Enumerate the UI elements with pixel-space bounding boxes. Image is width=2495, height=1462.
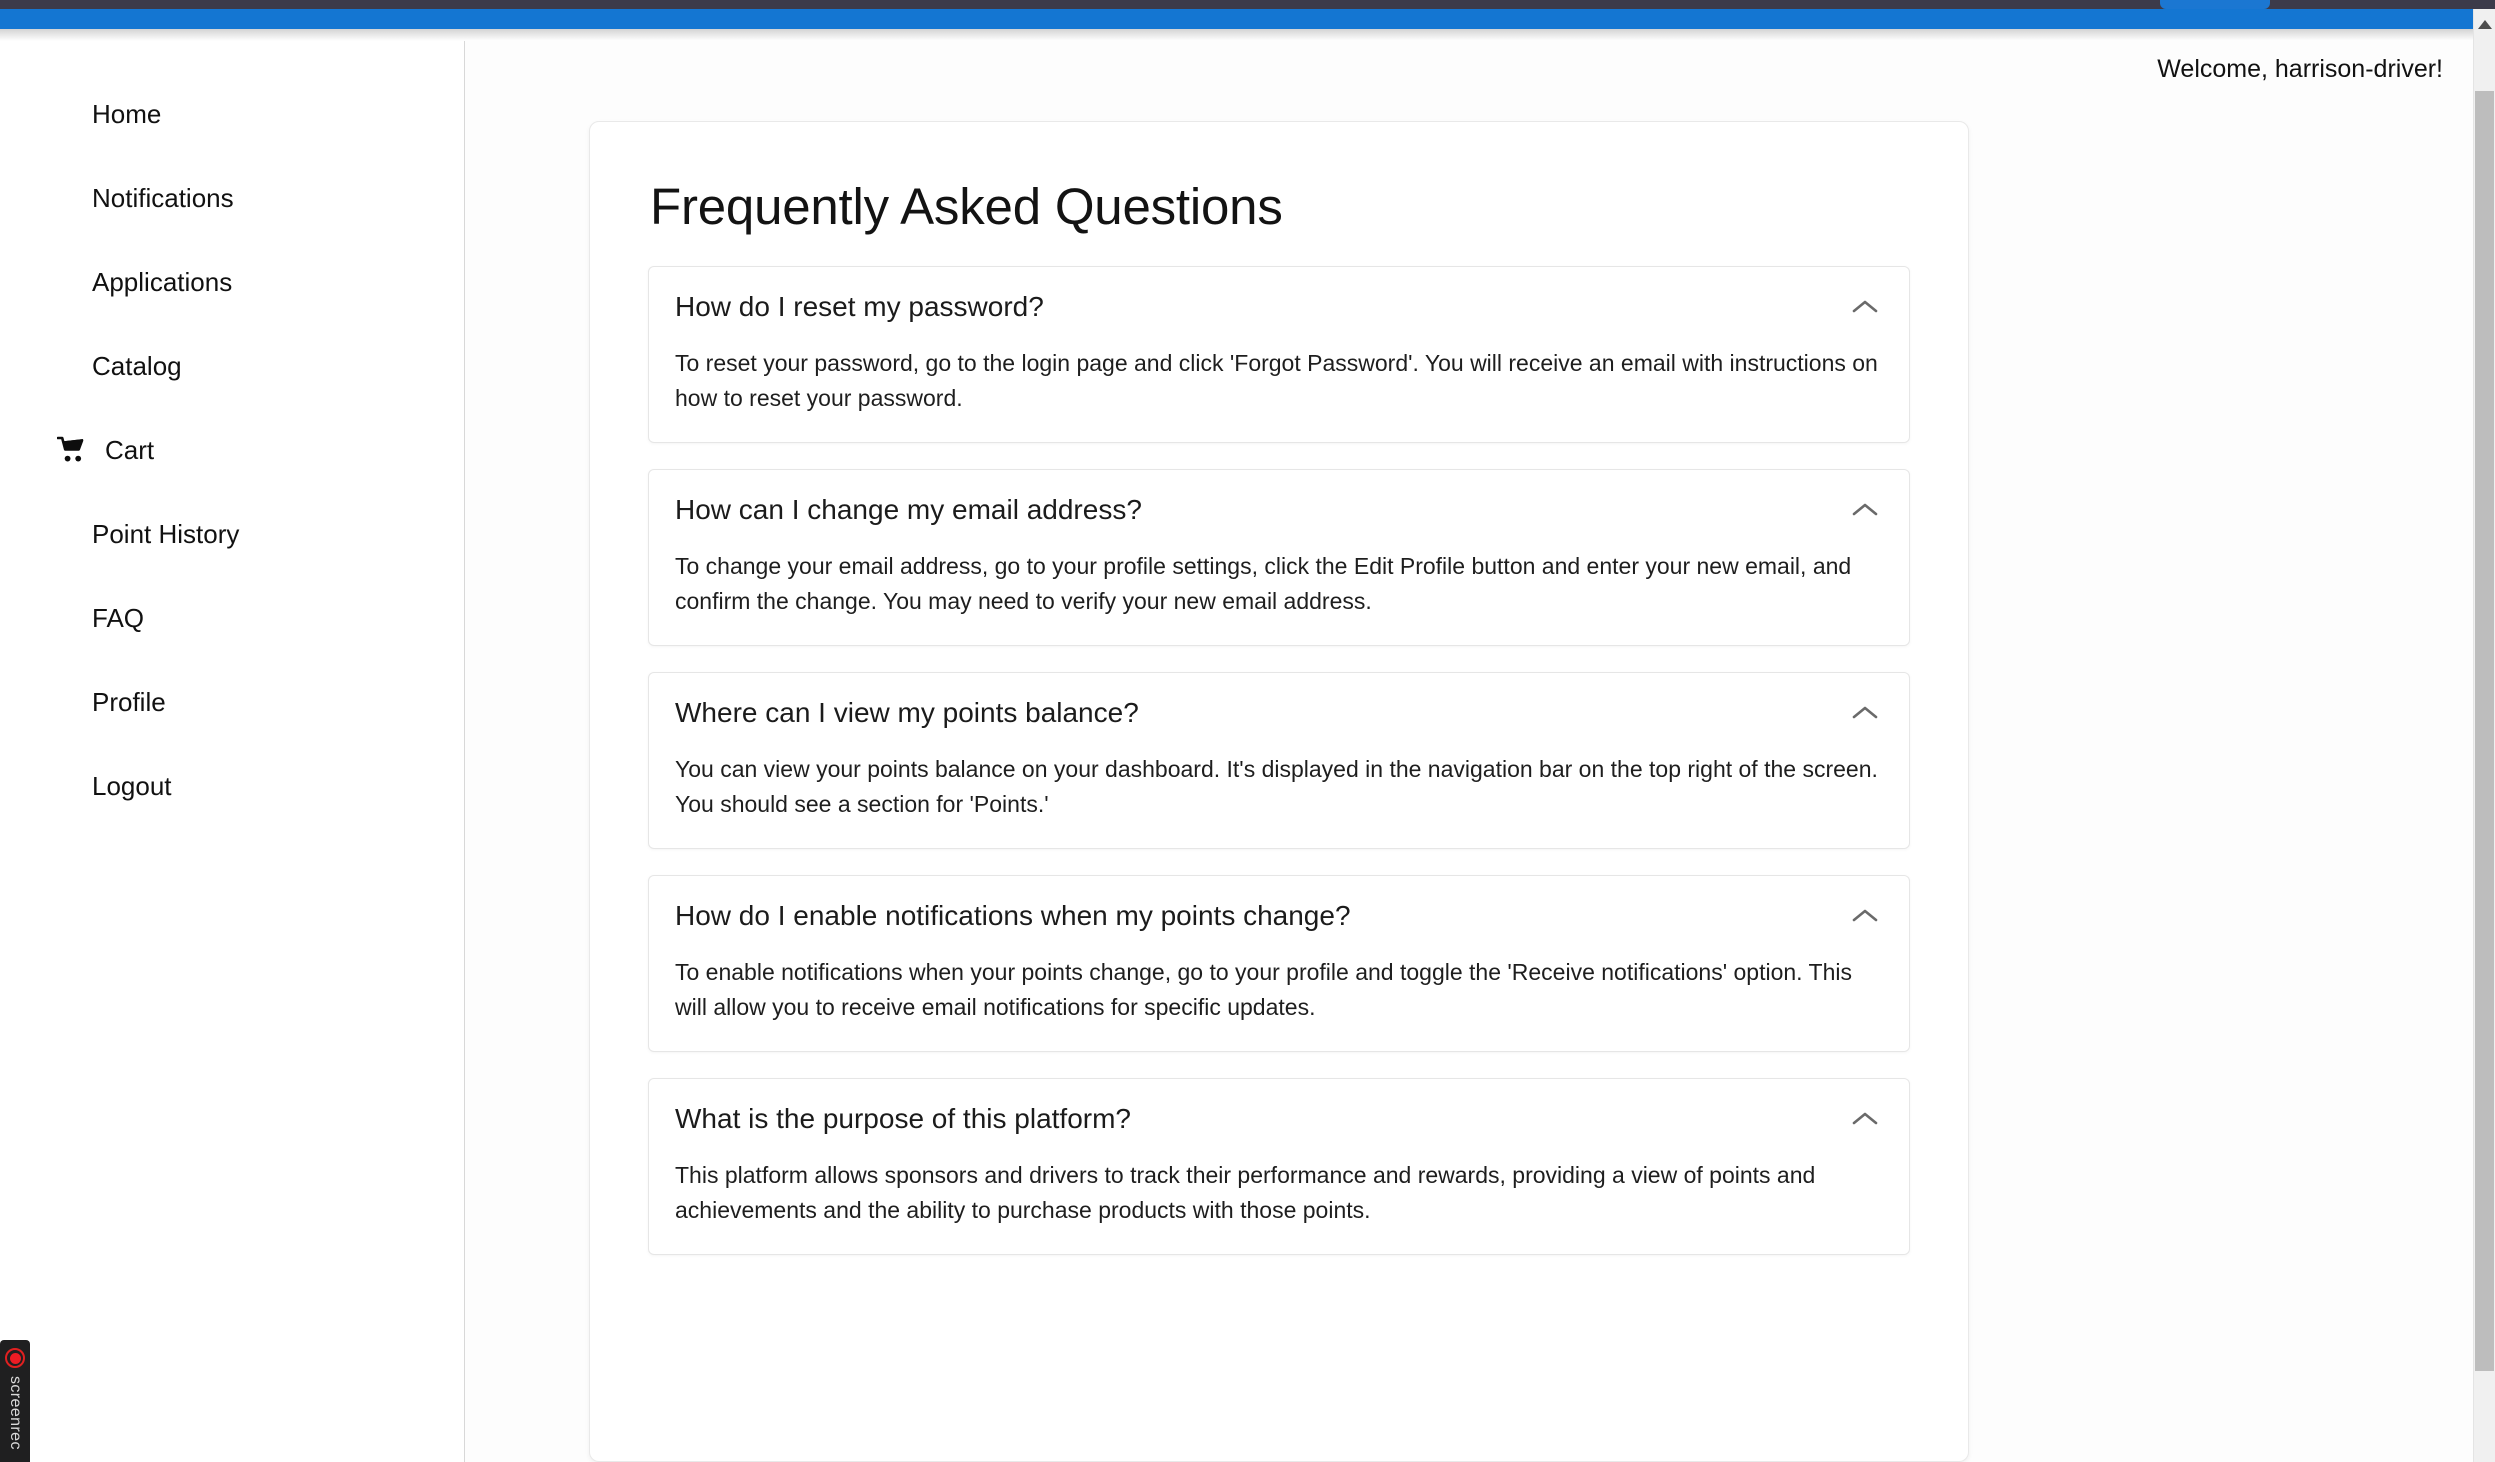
sidebar-item-logout[interactable]: Logout xyxy=(0,763,464,809)
sidebar-item-label: Profile xyxy=(92,687,166,717)
sidebar-item-catalog[interactable]: Catalog xyxy=(0,343,464,389)
sidebar-item-label: Catalog xyxy=(92,351,182,381)
recorder-label: screenrec xyxy=(7,1376,24,1450)
faq-answer: To enable notifications when your points… xyxy=(675,958,1852,1020)
brand-bar-shadow xyxy=(0,29,2473,41)
triangle-up-icon[interactable] xyxy=(2474,9,2495,39)
faq-accordion-body: To enable notifications when your points… xyxy=(649,955,1909,1051)
faq-accordion-header[interactable]: How can I change my email address? xyxy=(649,470,1909,549)
faq-question: How do I enable notifications when my po… xyxy=(675,900,1351,932)
faq-accordion-header[interactable]: How do I reset my password? xyxy=(649,267,1909,346)
sidebar-item-label: Notifications xyxy=(92,183,234,213)
sidebar-item-profile[interactable]: Profile xyxy=(0,679,464,725)
faq-accordion-body: This platform allows sponsors and driver… xyxy=(649,1158,1909,1254)
sidebar-item-label: Point History xyxy=(92,519,240,549)
sidebar-item-faq[interactable]: FAQ xyxy=(0,595,464,641)
page-title: Frequently Asked Questions xyxy=(650,178,1283,235)
sidebar-item-label: Logout xyxy=(92,771,172,801)
sidebar-item-notifications[interactable]: Notifications xyxy=(0,175,464,221)
sidebar-item-label: Applications xyxy=(92,267,233,297)
faq-answer: To reset your password, go to the login … xyxy=(675,350,1878,412)
chevron-up-icon[interactable] xyxy=(1848,493,1882,527)
faq-accordion-header[interactable]: What is the purpose of this platform? xyxy=(649,1079,1909,1158)
record-dot-icon[interactable] xyxy=(5,1348,25,1368)
sidebar-item-label: FAQ xyxy=(92,603,145,633)
chevron-up-icon[interactable] xyxy=(1848,899,1882,933)
browser-chrome-strip xyxy=(0,0,2495,9)
sidebar: Home Notifications Applications Catalog xyxy=(0,41,465,1462)
faq-answer: This platform allows sponsors and driver… xyxy=(675,1161,1816,1223)
faq-accordion-item: How do I reset my password? To reset you… xyxy=(648,266,1910,443)
welcome-greeting: Welcome, harrison-driver! xyxy=(2157,55,2443,83)
chevron-up-icon[interactable] xyxy=(1848,696,1882,730)
record-dot-inner xyxy=(9,1352,21,1364)
faq-accordion-item: What is the purpose of this platform? Th… xyxy=(648,1077,1910,1255)
content-area: Home Notifications Applications Catalog xyxy=(0,41,2473,1462)
sidebar-item-cart[interactable]: Cart xyxy=(0,427,464,473)
faq-question: How do I reset my password? xyxy=(675,291,1044,323)
app-brand-bar xyxy=(0,9,2473,29)
sidebar-item-applications[interactable]: Applications xyxy=(0,259,464,305)
faq-accordion-header[interactable]: How do I enable notifications when my po… xyxy=(649,876,1909,955)
sidebar-item-point-history[interactable]: Point History xyxy=(0,511,464,557)
sidebar-item-home[interactable]: Home xyxy=(0,91,464,137)
chevron-up-icon[interactable] xyxy=(1848,1102,1882,1136)
faq-answer: To change your email address, go to your… xyxy=(675,553,1852,614)
faq-question: What is the purpose of this platform? xyxy=(675,1102,1131,1134)
faq-card: Frequently Asked Questions How do I rese… xyxy=(589,121,1969,1462)
page-root: Home Notifications Applications Catalog xyxy=(0,0,2495,1462)
faq-accordion-item: How do I enable notifications when my po… xyxy=(648,874,1910,1052)
faq-answer: You can view your points balance on your… xyxy=(675,755,1878,817)
shopping-cart-icon xyxy=(52,435,92,465)
chevron-up-icon[interactable] xyxy=(1848,290,1882,324)
faq-question: How can I change my email address? xyxy=(675,494,1142,526)
sidebar-item-label: Cart xyxy=(105,435,155,465)
screen-recorder-widget[interactable]: screenrec xyxy=(0,1340,30,1462)
faq-accordion-body: To change your email address, go to your… xyxy=(649,549,1909,645)
faq-question: Where can I view my points balance? xyxy=(675,697,1139,729)
sidebar-item-label: Home xyxy=(92,99,162,129)
faq-accordion-body: To reset your password, go to the login … xyxy=(649,346,1909,442)
faq-accordion-item: Where can I view my points balance? You … xyxy=(648,671,1910,849)
faq-accordion-item: How can I change my email address? To ch… xyxy=(648,469,1910,646)
faq-accordion-header[interactable]: Where can I view my points balance? xyxy=(649,673,1909,752)
vertical-scrollbar[interactable] xyxy=(2473,9,2495,1462)
scrollbar-thumb[interactable] xyxy=(2475,91,2494,1371)
main-content: Welcome, harrison-driver! Frequently Ask… xyxy=(465,41,2473,1462)
browser-tab-nub[interactable] xyxy=(2160,0,2270,9)
faq-accordion-body: You can view your points balance on your… xyxy=(649,752,1909,848)
